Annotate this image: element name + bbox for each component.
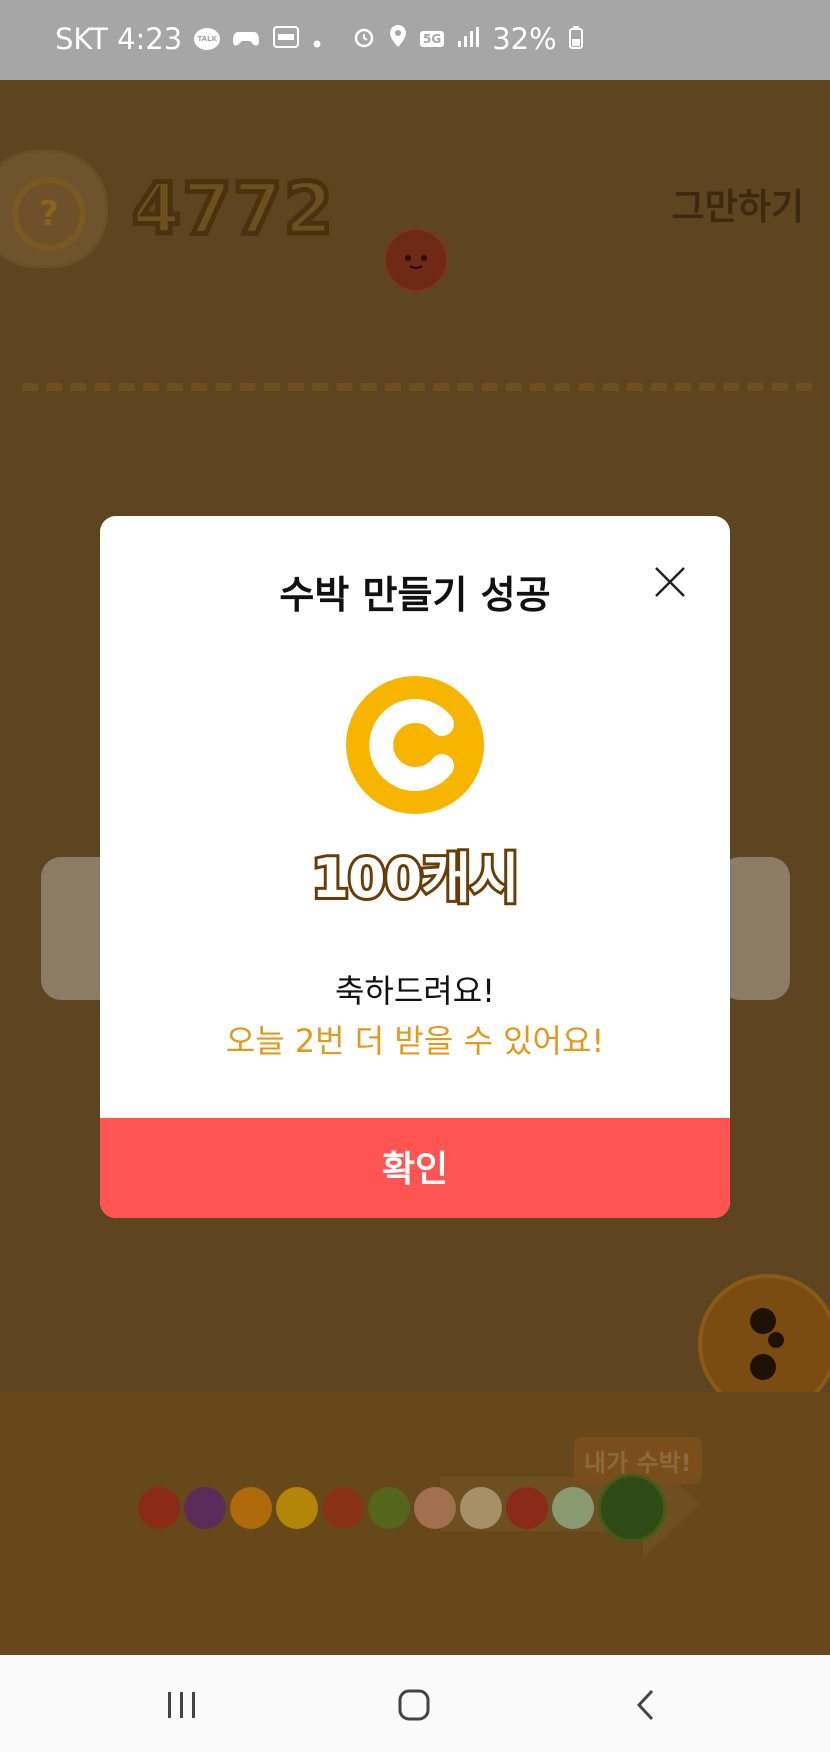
cash-coin-icon [346,676,484,814]
fruit-chain-item [184,1487,226,1529]
fruit-chain-item [230,1487,272,1529]
score: 4772 [130,166,336,253]
fruit-chain-item [460,1487,502,1529]
back-icon[interactable] [616,1675,676,1735]
app-badge-icon [272,22,300,56]
dot-icon [312,22,322,56]
fruit-chain-item [322,1487,364,1529]
carrier-time: SKT 4:23 [55,22,183,56]
location-icon [388,22,408,56]
fruit-chain-item [506,1487,548,1529]
navigation-bar [0,1655,830,1752]
limit-line [22,383,812,391]
quit-button[interactable]: 그만하기 [672,178,804,230]
fruit-mouth [768,1332,784,1348]
fruit-chain-item [368,1487,410,1529]
signal-icon [456,22,480,56]
fruit-eye [750,1354,776,1380]
close-icon[interactable] [650,562,690,602]
5g-icon: 5G [420,31,445,47]
dropping-fruit [384,228,448,292]
status-right: 5G 32% [352,22,583,56]
fruit-chain-item [138,1487,180,1529]
alarm-icon [352,22,376,56]
confirm-button[interactable]: 확인 [100,1118,730,1218]
modal-title: 수박 만들기 성공 [279,573,551,617]
help-button[interactable]: ? [12,177,86,251]
home-icon[interactable] [384,1675,444,1735]
status-bar: SKT 4:23 TALK 5G 32% [0,0,830,80]
fruit-chain-item [552,1487,594,1529]
reward-amount: 100캐시 [308,844,522,913]
fruit-chain-item [276,1487,318,1529]
talk-icon: TALK [194,28,221,50]
fruit-eye [750,1308,776,1334]
recent-apps-icon[interactable] [152,1675,212,1735]
watermelon-icon [598,1474,666,1542]
success-modal: 수박 만들기 성공 100캐시 축하드려요! 오늘 2번 더 받을 수 있어요!… [100,516,730,1218]
remaining-message: 오늘 2번 더 받을 수 있어요! [225,1022,605,1060]
status-left: SKT 4:23 TALK [55,22,322,56]
congrats-message: 축하드려요! [334,972,496,1010]
battery-percent: 32% [492,22,557,56]
fruit-chain-item [414,1487,456,1529]
battery-icon [568,22,583,56]
fruit-chain [138,1474,666,1542]
right-panel [720,857,790,1000]
game-controller-icon [232,22,260,56]
